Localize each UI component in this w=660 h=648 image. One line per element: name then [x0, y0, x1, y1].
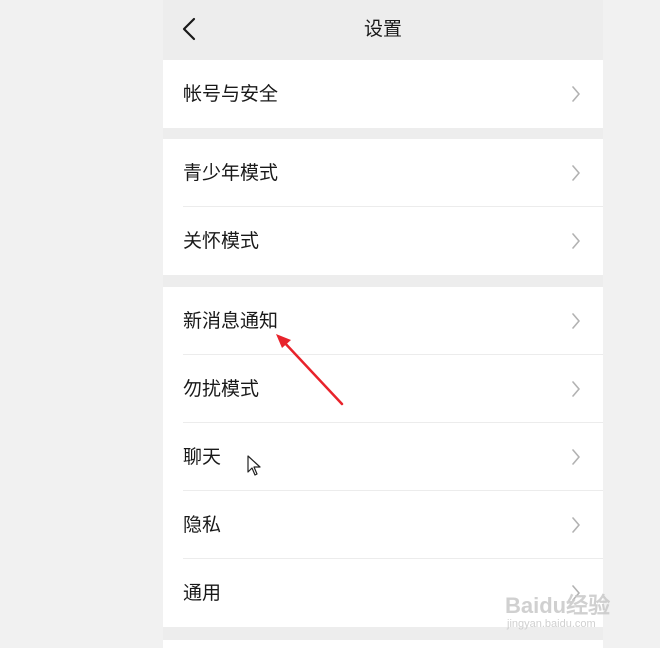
settings-item-privacy[interactable]: 隐私 — [163, 491, 603, 559]
chevron-right-icon — [572, 86, 580, 102]
settings-group-modes: 青少年模式 关怀模式 — [163, 139, 603, 275]
settings-screen: 设置 帐号与安全 青少年模式 关怀模式 新消息通知 勿扰模式 聊天 隐私 通用 — [163, 0, 603, 648]
settings-group-account: 帐号与安全 — [163, 60, 603, 128]
watermark-main: Baidu经验 — [505, 593, 611, 618]
settings-group-general: 新消息通知 勿扰模式 聊天 隐私 通用 — [163, 287, 603, 627]
nav-bar: 设置 — [163, 0, 603, 58]
chevron-right-icon — [572, 381, 580, 397]
settings-item-label: 青少年模式 — [183, 162, 279, 184]
chevron-right-icon — [572, 233, 580, 249]
settings-item-label: 隐私 — [183, 514, 222, 536]
watermark-sub: jingyan.baidu.com — [507, 618, 596, 630]
settings-item-care-mode[interactable]: 关怀模式 — [163, 207, 603, 275]
settings-item-label: 勿扰模式 — [183, 378, 260, 400]
page-title: 设置 — [363, 18, 402, 40]
settings-item-chat[interactable]: 聊天 — [163, 423, 603, 491]
baidu-watermark: Baidu经验 jingyan.baidu.com — [505, 580, 655, 640]
chevron-right-icon — [572, 517, 580, 533]
settings-item-label: 聊天 — [183, 446, 222, 468]
settings-item-label: 帐号与安全 — [183, 83, 279, 105]
chevron-right-icon — [572, 313, 580, 329]
settings-item-label: 新消息通知 — [183, 310, 279, 332]
settings-item-label: 通用 — [183, 582, 222, 604]
settings-item-account-security[interactable]: 帐号与安全 — [163, 60, 603, 128]
settings-item-do-not-disturb[interactable]: 勿扰模式 — [163, 355, 603, 423]
settings-item-label: 关怀模式 — [183, 230, 260, 252]
chevron-right-icon — [572, 449, 580, 465]
settings-group-next — [163, 640, 603, 648]
mouse-pointer-icon — [247, 455, 261, 476]
settings-item-new-message-notification[interactable]: 新消息通知 — [163, 287, 603, 355]
chevron-right-icon — [572, 165, 580, 181]
settings-item-teen-mode[interactable]: 青少年模式 — [163, 139, 603, 207]
